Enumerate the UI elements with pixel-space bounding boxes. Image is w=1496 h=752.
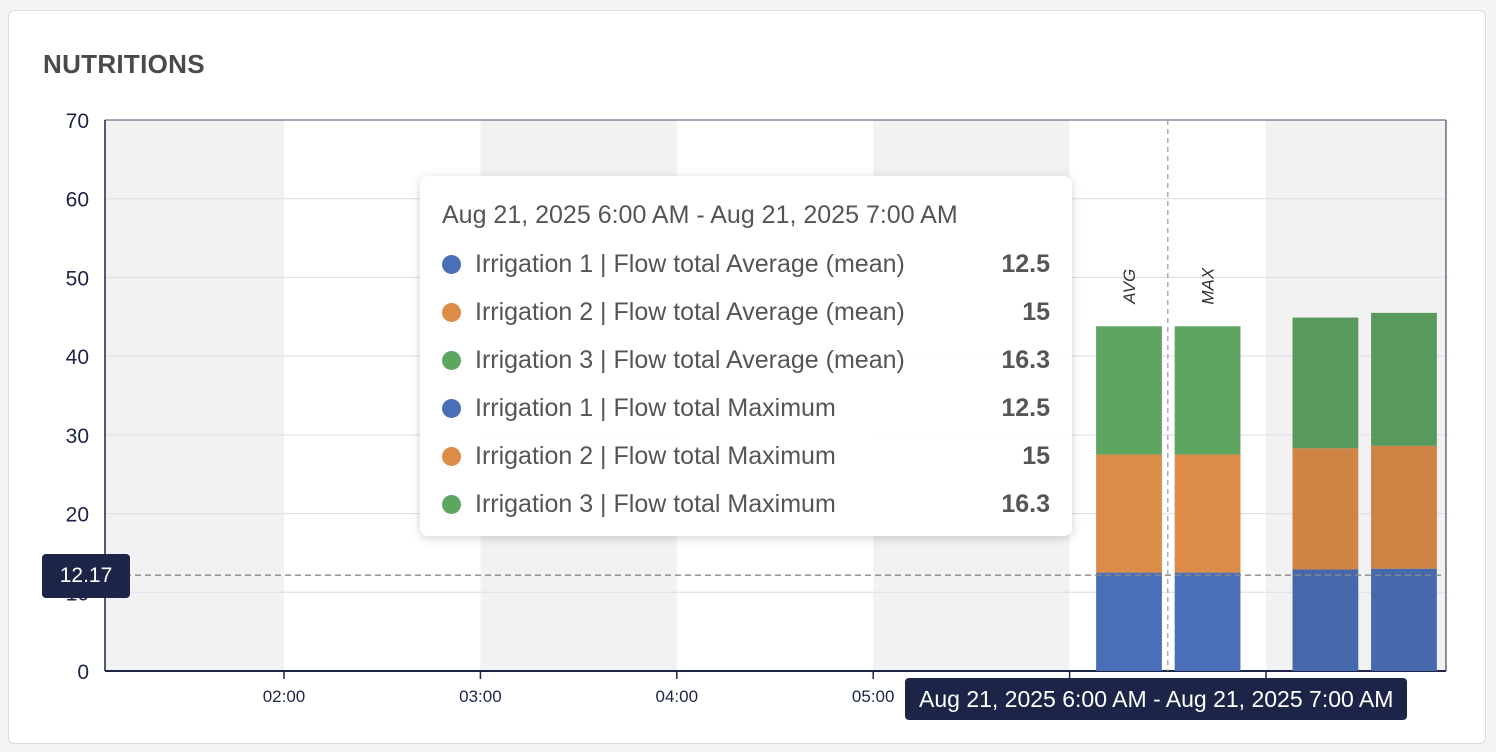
y-tick-label: 20 bbox=[66, 504, 89, 527]
tooltip-row-value: 16.3 bbox=[1001, 345, 1050, 374]
bar-segment bbox=[1371, 312, 1437, 446]
crosshair-x-label: Aug 21, 2025 6:00 AM - Aug 21, 2025 7:00… bbox=[905, 678, 1408, 720]
x-tick-label: 05:00 bbox=[852, 687, 895, 706]
tooltip-row: Irrigation 3 | Flow total Average (mean)… bbox=[442, 336, 1050, 384]
y-tick-label: 0 bbox=[77, 661, 89, 684]
series-dot-icon bbox=[442, 494, 461, 514]
tooltip-row: Irrigation 1 | Flow total Average (mean)… bbox=[442, 240, 1050, 288]
x-tick-label: 02:00 bbox=[263, 687, 306, 706]
bar-segment bbox=[1371, 568, 1437, 671]
tooltip-row-value: 15 bbox=[1022, 297, 1050, 326]
tooltip-row: Irrigation 2 | Flow total Maximum 15 bbox=[442, 432, 1050, 480]
x-tick-label: 04:00 bbox=[656, 687, 699, 706]
bar-segment bbox=[1371, 445, 1437, 569]
bar-segment bbox=[1292, 448, 1359, 570]
tooltip-row-value: 12.5 bbox=[1001, 393, 1050, 422]
tooltip-row-value: 16.3 bbox=[1001, 489, 1050, 518]
x-tick-label: 03:00 bbox=[459, 687, 502, 706]
bar-segment bbox=[1292, 569, 1359, 671]
y-tick-label: 60 bbox=[66, 189, 89, 212]
y-tick-label: 30 bbox=[66, 425, 89, 448]
bar-segment bbox=[1096, 326, 1162, 455]
bar-segment bbox=[1292, 317, 1359, 449]
bar-segment bbox=[1174, 326, 1241, 455]
y-tick-label: 70 bbox=[66, 110, 89, 133]
tooltip-row-value: 15 bbox=[1022, 441, 1050, 470]
tooltip-row-label: Irrigation 3 | Flow total Maximum bbox=[475, 489, 836, 518]
tooltip-row-label: Irrigation 3 | Flow total Average (mean) bbox=[475, 345, 905, 374]
tooltip-row: Irrigation 1 | Flow total Maximum 12.5 bbox=[442, 384, 1050, 432]
tooltip-row-label: Irrigation 2 | Flow total Average (mean) bbox=[475, 297, 905, 326]
bar-segment bbox=[1174, 572, 1241, 671]
tooltip-row-label: Irrigation 1 | Flow total Average (mean) bbox=[475, 249, 905, 278]
series-dot-icon bbox=[442, 350, 461, 370]
y-tick-label: 50 bbox=[66, 267, 89, 290]
series-dot-icon bbox=[442, 398, 461, 418]
bar-segment bbox=[1174, 454, 1241, 573]
tooltip-row-value: 12.5 bbox=[1001, 249, 1050, 278]
tooltip-row: Irrigation 3 | Flow total Maximum 16.3 bbox=[442, 480, 1050, 528]
chart-tooltip: Aug 21, 2025 6:00 AM - Aug 21, 2025 7:00… bbox=[420, 176, 1072, 536]
series-dot-icon bbox=[442, 302, 461, 322]
background-band bbox=[105, 120, 284, 671]
tooltip-row-label: Irrigation 1 | Flow total Maximum bbox=[475, 393, 836, 422]
bar-segment bbox=[1096, 454, 1162, 573]
bar-label: MAX bbox=[1199, 267, 1218, 305]
tooltip-header: Aug 21, 2025 6:00 AM - Aug 21, 2025 7:00… bbox=[442, 201, 958, 229]
bar-label: AVG bbox=[1120, 269, 1139, 305]
series-dot-icon bbox=[442, 446, 461, 466]
bar-segment bbox=[1096, 572, 1162, 671]
y-tick-label: 40 bbox=[66, 346, 89, 369]
tooltip-row-label: Irrigation 2 | Flow total Maximum bbox=[475, 441, 836, 470]
tooltip-row: Irrigation 2 | Flow total Average (mean)… bbox=[442, 288, 1050, 336]
series-dot-icon bbox=[442, 254, 461, 274]
crosshair-y-label: 12.17 bbox=[42, 554, 130, 598]
